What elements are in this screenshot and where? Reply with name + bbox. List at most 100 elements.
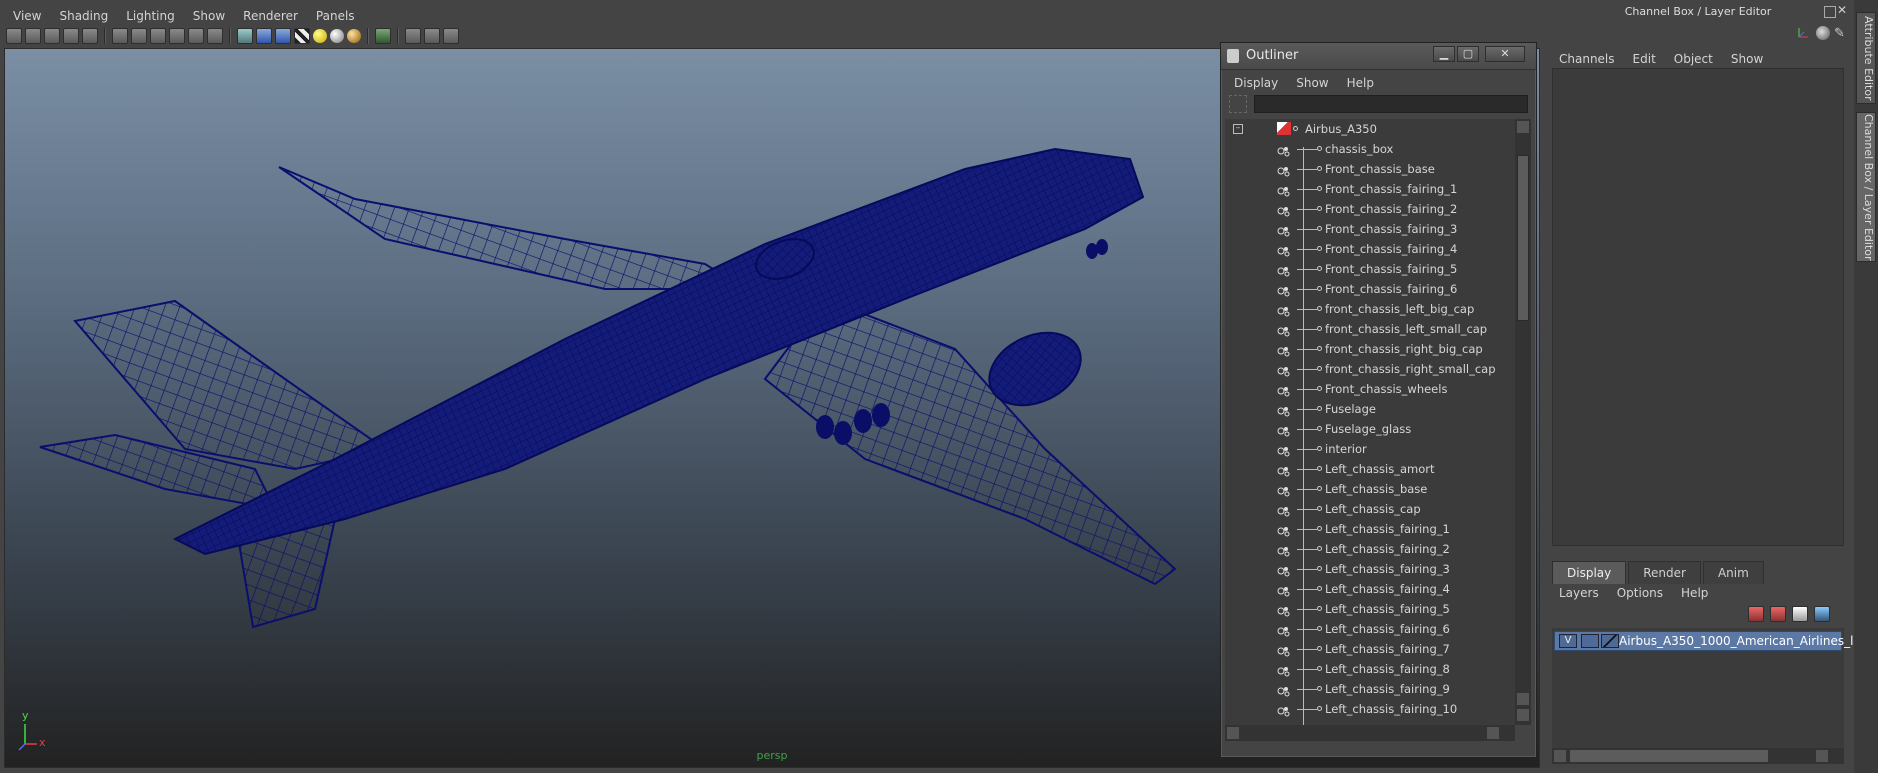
image-plane-icon[interactable] xyxy=(63,28,79,44)
new-layer-icon[interactable] xyxy=(1792,606,1808,622)
xray-joints-icon[interactable] xyxy=(424,28,440,44)
tree-item-row[interactable]: front_chassis_left_big_cap xyxy=(1225,299,1515,319)
wireframe-icon[interactable] xyxy=(237,28,253,44)
tree-item-row[interactable]: Left_chassis_cap xyxy=(1225,499,1515,519)
tree-item-row[interactable]: Front_chassis_fairing_6 xyxy=(1225,279,1515,299)
scroll-left-icon[interactable] xyxy=(1554,750,1566,762)
tree-item-row[interactable]: Left_chassis_fairing_7 xyxy=(1225,639,1515,659)
tree-item-row[interactable]: Left_chassis_base xyxy=(1225,479,1515,499)
smooth-shade-icon[interactable] xyxy=(256,28,272,44)
menu-lighting[interactable]: Lighting xyxy=(117,5,184,27)
tree-item-row[interactable]: Left_chassis_fairing_1 xyxy=(1225,519,1515,539)
tree-item-row[interactable]: Front_chassis_fairing_3 xyxy=(1225,219,1515,239)
axis-manipulator-icon[interactable] xyxy=(1796,26,1810,40)
layer-display-type-toggle[interactable] xyxy=(1581,634,1599,648)
default-lighting-icon[interactable] xyxy=(313,29,327,43)
gate-mask-icon[interactable] xyxy=(169,28,185,44)
grid-icon[interactable] xyxy=(112,28,128,44)
cb-menu-object[interactable]: Object xyxy=(1665,48,1722,70)
tree-item-row[interactable]: Left_chassis_amort xyxy=(1225,459,1515,479)
layer-color-icon[interactable] xyxy=(1601,634,1619,648)
tree-item-row[interactable]: Front_chassis_base xyxy=(1225,159,1515,179)
bookmarks-icon[interactable] xyxy=(44,28,60,44)
tab-channel-box-layer-editor[interactable]: Channel Box / Layer Editor xyxy=(1856,112,1876,262)
tree-item-row[interactable]: Left_chassis_fairing_6 xyxy=(1225,619,1515,639)
camera-attributes-icon[interactable] xyxy=(25,28,41,44)
outliner-menu-show[interactable]: Show xyxy=(1287,72,1337,92)
tree-item-row[interactable]: chassis_box xyxy=(1225,139,1515,159)
tree-item-row[interactable]: Fuselage xyxy=(1225,399,1515,419)
tree-item-row[interactable]: Left_chassis_fairing_3 xyxy=(1225,559,1515,579)
tree-item-row[interactable]: Front_chassis_fairing_4 xyxy=(1225,239,1515,259)
tab-attribute-editor[interactable]: Attribute Editor xyxy=(1856,12,1876,104)
film-gate-icon[interactable] xyxy=(131,28,147,44)
tree-item-row[interactable]: front_chassis_right_small_cap xyxy=(1225,359,1515,379)
menu-renderer[interactable]: Renderer xyxy=(234,5,307,27)
tree-item-row[interactable]: Left_chassis_fairing_5 xyxy=(1225,599,1515,619)
new-layer-selected-icon[interactable] xyxy=(1814,606,1830,622)
layer-visibility-toggle[interactable]: V xyxy=(1559,634,1577,648)
tree-item-row[interactable]: Front_chassis_wheels xyxy=(1225,379,1515,399)
sphere-icon[interactable] xyxy=(1816,26,1830,40)
pencil-icon[interactable]: ✎ xyxy=(1834,26,1845,41)
outliner-title-bar[interactable]: Outliner ▁ ▢ ✕ xyxy=(1221,43,1536,70)
layer-horizontal-scrollbar[interactable] xyxy=(1552,748,1844,764)
outliner-search-input[interactable] xyxy=(1254,95,1528,113)
tree-item-row[interactable]: Front_chassis_fairing_5 xyxy=(1225,259,1515,279)
scroll-down-icon[interactable] xyxy=(1517,693,1529,705)
all-lights-icon[interactable] xyxy=(330,29,344,43)
scroll-right-icon[interactable] xyxy=(1487,727,1499,739)
isolate-select-icon[interactable] xyxy=(375,28,391,44)
graph-icon[interactable] xyxy=(443,28,459,44)
tree-item-row[interactable]: front_chassis_right_big_cap xyxy=(1225,339,1515,359)
scroll-thumb[interactable] xyxy=(1570,750,1768,762)
resolution-gate-icon[interactable] xyxy=(150,28,166,44)
tree-item-row[interactable]: Left_chassis_fairing_4 xyxy=(1225,579,1515,599)
cb-menu-edit[interactable]: Edit xyxy=(1624,48,1665,70)
menu-show[interactable]: Show xyxy=(184,5,234,27)
tree-item-row[interactable]: Left_chassis_fairing_10 xyxy=(1225,699,1515,719)
tree-item-row[interactable]: Front_chassis_fairing_2 xyxy=(1225,199,1515,219)
float-icon[interactable] xyxy=(1824,6,1836,18)
menu-view[interactable]: View xyxy=(4,5,50,27)
cb-menu-channels[interactable]: Channels xyxy=(1550,48,1624,70)
outliner-horizontal-scrollbar[interactable] xyxy=(1225,725,1515,741)
two-d-pan-icon[interactable] xyxy=(82,28,98,44)
field-chart-icon[interactable] xyxy=(188,28,204,44)
outliner-menu-display[interactable]: Display xyxy=(1225,72,1287,92)
select-camera-icon[interactable] xyxy=(6,28,22,44)
move-layer-up-icon[interactable] xyxy=(1748,606,1764,622)
collapse-icon[interactable]: – xyxy=(1233,124,1243,134)
tree-item-row[interactable]: interior xyxy=(1225,439,1515,459)
filter-options-icon[interactable] xyxy=(1229,95,1247,113)
shadows-icon[interactable] xyxy=(347,29,361,43)
close-icon[interactable]: ✕ xyxy=(1837,3,1847,17)
outliner-vertical-scrollbar[interactable] xyxy=(1515,119,1531,725)
wireframe-on-shaded-icon[interactable] xyxy=(275,28,291,44)
xray-icon[interactable] xyxy=(405,28,421,44)
scroll-left-icon[interactable] xyxy=(1227,727,1239,739)
textured-icon[interactable] xyxy=(294,28,310,44)
safe-action-icon[interactable] xyxy=(207,28,223,44)
le-menu-help[interactable]: Help xyxy=(1672,582,1717,604)
minimize-button[interactable]: ▁ xyxy=(1433,46,1455,62)
tree-root-row[interactable]: – Airbus_A350 xyxy=(1225,119,1515,139)
layer-row[interactable]: V Airbus_A350_1000_American_Airlines_lay… xyxy=(1554,631,1878,651)
close-button[interactable]: ✕ xyxy=(1485,46,1525,62)
le-menu-layers[interactable]: Layers xyxy=(1550,582,1608,604)
tree-item-row[interactable]: Left_chassis_fairing_8 xyxy=(1225,659,1515,679)
scroll-up-icon[interactable] xyxy=(1517,121,1529,133)
menu-panels[interactable]: Panels xyxy=(307,5,364,27)
tree-item-row[interactable]: front_chassis_left_small_cap xyxy=(1225,319,1515,339)
menu-shading[interactable]: Shading xyxy=(50,5,117,27)
tab-render[interactable]: Render xyxy=(1628,561,1701,584)
scroll-right-icon[interactable] xyxy=(1816,750,1828,762)
tree-item-row[interactable]: Front_chassis_fairing_1 xyxy=(1225,179,1515,199)
tree-item-row[interactable]: Left_chassis_fairing_9 xyxy=(1225,679,1515,699)
tab-display[interactable]: Display xyxy=(1552,561,1627,584)
move-layer-down-icon[interactable] xyxy=(1770,606,1786,622)
channel-box-content[interactable] xyxy=(1552,68,1844,546)
outliner-menu-help[interactable]: Help xyxy=(1338,72,1383,92)
tree-item-row[interactable]: Left_chassis_fairing_2 xyxy=(1225,539,1515,559)
le-menu-options[interactable]: Options xyxy=(1608,582,1672,604)
